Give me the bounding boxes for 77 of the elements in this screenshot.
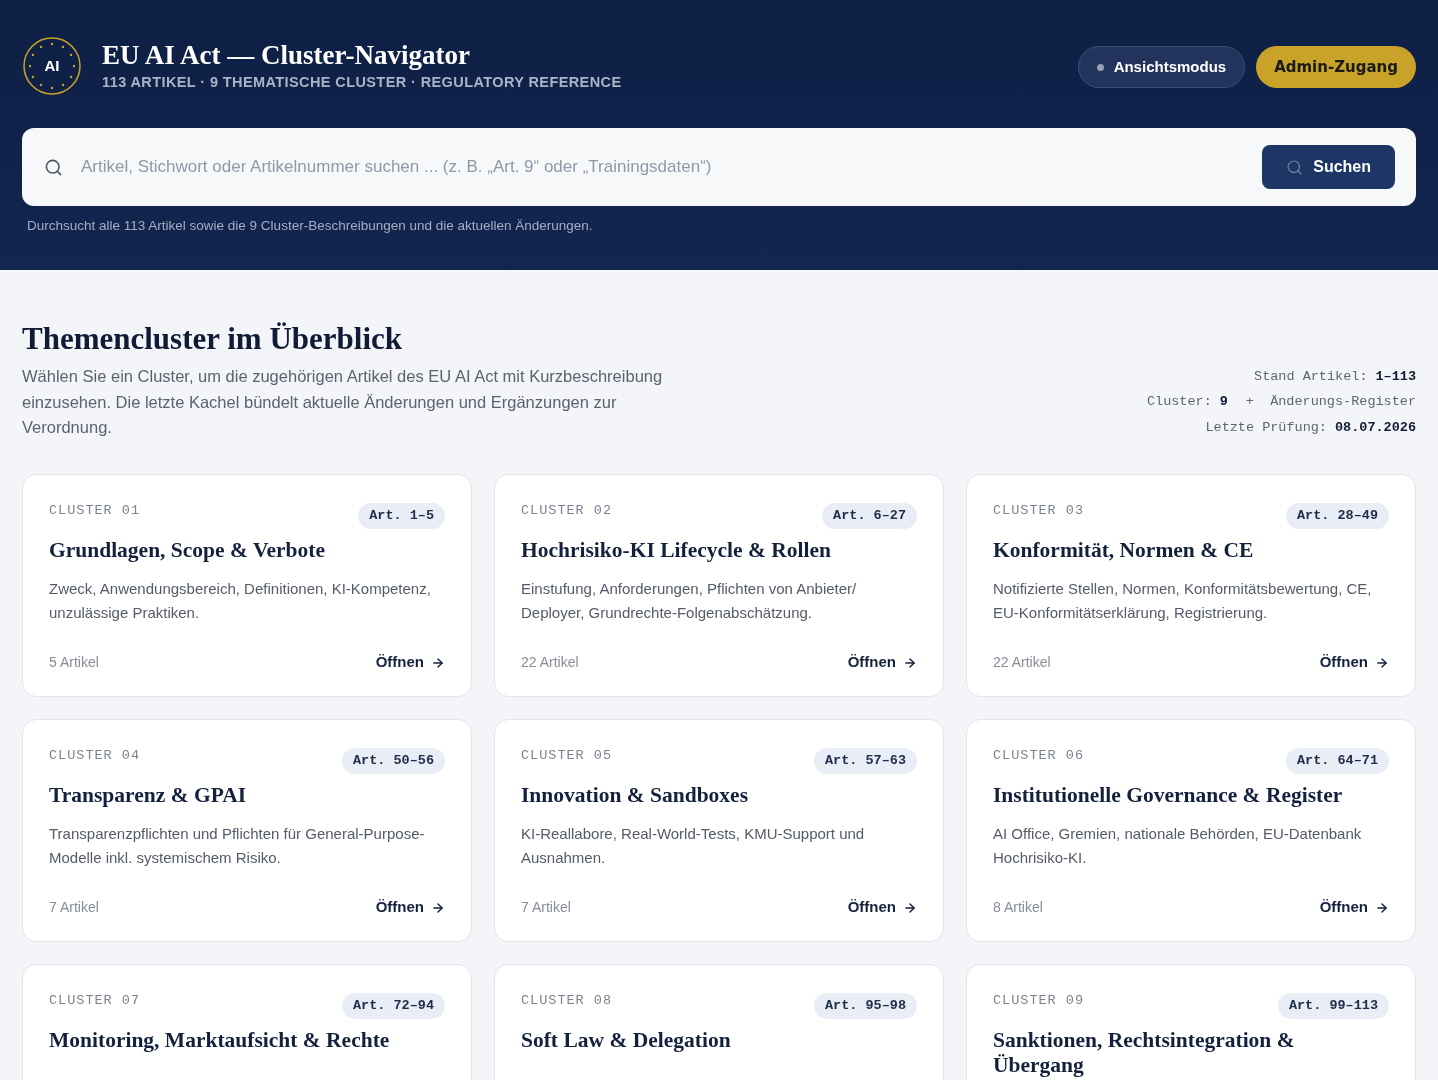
cluster-label: CLUSTER 06 (993, 746, 1084, 765)
view-mode-button[interactable]: Ansichtsmodus (1077, 46, 1246, 88)
cluster-description: Notifizierte Stellen, Normen, Konformitätsbewertung, CE, EU-Konformitätserklärung, Registrierung. (993, 579, 1373, 623)
section-description: Wählen Sie ein Cluster, um die zugehörigen Artikel des EU AI Act mit Kurzbeschreibung einzusehen. Die letzte Kachel bündelt aktuelle Änderungen und Ergänzungen zur Verordnung. (22, 366, 664, 439)
cluster-title: Transparenz & GPAI (49, 783, 248, 808)
article-count: 7 Artikel (521, 898, 571, 917)
cluster-card[interactable]: CLUSTER 08 Art. 95–98 Soft Law & Delegation (494, 963, 944, 1080)
cluster-title: Grundlagen, Scope & Verbote (49, 538, 326, 563)
cluster-title: Institutionelle Governance & Register (993, 783, 1344, 808)
open-link[interactable]: Öffnen (847, 896, 917, 919)
cluster-card[interactable]: CLUSTER 04 Art. 50–56 Transparenz & GPAI Transparenzpflichten und Pflichten für General-Purpose-Modelle inkl. systemischem Risiko. 7 Artikel Öffnen (22, 718, 472, 942)
article-count: 8 Artikel (993, 898, 1043, 917)
cluster-card[interactable]: CLUSTER 06 Art. 64–71 Institutionelle Governance & Register AI Office, Gremien, nationale Behörden, EU-Datenbank Hochrisiko-KI. 8 Artikel Öffnen (966, 718, 1416, 942)
article-count: 5 Artikel (49, 653, 99, 672)
admin-access-button[interactable]: Admin-Zugang (1256, 46, 1416, 88)
search-icon (44, 157, 63, 177)
meta-value: 08.07.2026 (1335, 418, 1416, 437)
search-field[interactable]: Artikel, Stichwort oder Artikelnummer suchen ... (z. B. „Art. 9“ oder „Trainingsdaten“) (81, 154, 1245, 180)
cluster-title: Monitoring, Marktaufsicht & Rechte (49, 1028, 391, 1053)
article-range: Art. 64–71 (1286, 747, 1389, 774)
cluster-label: CLUSTER 03 (993, 501, 1084, 520)
meta-label: Cluster: (1146, 393, 1212, 412)
meta-value: 9 (1219, 393, 1228, 412)
cluster-card[interactable]: CLUSTER 05 Art. 57–63 Innovation & Sandboxes KI-Reallabore, Real-World-Tests, KMU-Support und Ausnahmen. 7 Artikel Öffnen (494, 718, 944, 942)
article-range: Art. 57–63 (814, 747, 917, 774)
cluster-label: CLUSTER 08 (521, 991, 612, 1010)
app-subtitle: 113 ARTIKEL · 9 THEMATISCHE CLUSTER · REGULATORY REFERENCE (102, 73, 622, 93)
cluster-description: AI Office, Gremien, nationale Behörden, EU-Datenbank Hochrisiko-KI. (993, 824, 1363, 868)
meta-note: + Änderungs-Register (1245, 393, 1416, 412)
article-count: 22 Artikel (993, 653, 1051, 672)
arrow-right-icon (903, 900, 917, 915)
section-title: Themencluster im Überblick (22, 320, 403, 359)
article-range: Art. 28–49 (1286, 502, 1389, 529)
search-bar[interactable]: Artikel, Stichwort oder Artikelnummer suchen ... (z. B. „Art. 9“ oder „Trainingsdaten“) Suchen (22, 128, 1416, 206)
cluster-description: Zweck, Anwendungsbereich, Definitionen, KI-Kompetenz, unzulässige Praktiken. (49, 579, 432, 623)
article-range: Art. 1–5 (358, 502, 445, 529)
cluster-label: CLUSTER 04 (49, 746, 140, 765)
cluster-card[interactable]: CLUSTER 07 Art. 72–94 Monitoring, Marktaufsicht & Rechte (22, 963, 472, 1080)
search-icon (1286, 158, 1304, 176)
cluster-label: CLUSTER 07 (49, 991, 140, 1010)
meta-label: Stand Artikel: (1254, 368, 1368, 386)
logo-text: AI (44, 57, 60, 75)
cluster-title: Innovation & Sandboxes (521, 783, 750, 808)
article-range: Art. 6–27 (822, 502, 917, 529)
cluster-description: Einstufung, Anforderungen, Pflichten von Anbieter/ Deployer, Grundrechte-Folgenabschätzung. (521, 579, 858, 623)
cluster-description: Transparenzpflichten und Pflichten für General-Purpose-Modelle inkl. systemischem Risiko. (49, 824, 426, 868)
article-range: Art. 50–56 (342, 747, 445, 774)
cluster-card[interactable]: CLUSTER 02 Art. 6–27 Hochrisiko-KI Lifecycle & Rollen Einstufung, Anforderungen, Pflichten von Anbieter/ Deployer, Grundrechte-Folgenabschätzung. 22 Artikel Öffnen (494, 473, 944, 697)
meta-label: Letzte Prüfung: (1205, 418, 1327, 437)
cluster-label: CLUSTER 01 (49, 501, 140, 520)
open-link[interactable]: Öffnen (1319, 651, 1389, 674)
meta-value: 1–113 (1375, 368, 1416, 386)
search-hint: Durchsucht alle 113 Artikel sowie die 9 Cluster-Beschreibungen und die aktuellen Änderungen. (27, 217, 594, 235)
article-range: Art. 95–98 (814, 992, 917, 1019)
cluster-title: Hochrisiko-KI Lifecycle & Rollen (521, 538, 832, 563)
arrow-right-icon (903, 655, 917, 670)
open-link[interactable]: Öffnen (847, 651, 917, 674)
cluster-title: Sanktionen, Rechtsintegration & Übergang (993, 1028, 1296, 1078)
article-count: 22 Artikel (521, 653, 579, 672)
open-link[interactable]: Öffnen (375, 896, 445, 919)
cluster-label: CLUSTER 02 (521, 501, 612, 520)
emblem-icon (22, 36, 82, 96)
open-link[interactable]: Öffnen (1319, 896, 1389, 919)
cluster-title: Soft Law & Delegation (521, 1028, 732, 1053)
article-count: 7 Artikel (49, 898, 99, 917)
article-range: Art. 99–113 (1277, 992, 1389, 1019)
cluster-label: CLUSTER 05 (521, 746, 612, 765)
cluster-description: KI-Reallabore, Real-World-Tests, KMU-Support und Ausnahmen. (521, 824, 866, 868)
cluster-card[interactable]: CLUSTER 09 Art. 99–113 Sanktionen, Rechtsintegration & Übergang (966, 963, 1416, 1080)
cluster-card[interactable]: CLUSTER 01 Art. 1–5 Grundlagen, Scope & Verbote Zweck, Anwendungsbereich, Definitionen, KI-Kompetenz, unzulässige Praktiken. 5 Artikel Öffnen (22, 473, 472, 697)
cluster-title: Konformität, Normen & CE (993, 538, 1255, 563)
open-link[interactable]: Öffnen (375, 651, 445, 674)
article-range: Art. 72–94 (342, 992, 445, 1019)
cluster-card[interactable]: CLUSTER 03 Art. 28–49 Konformität, Normen & CE Notifizierte Stellen, Normen, Konformitätsbewertung, CE, EU-Konformitätserklärung, Registrierung. 22 Artikel Öffnen (966, 473, 1416, 697)
app-title: EU AI Act — Cluster-Navigator (102, 39, 471, 73)
cluster-label: CLUSTER 09 (993, 991, 1084, 1010)
search-button[interactable]: Suchen (1262, 145, 1395, 189)
